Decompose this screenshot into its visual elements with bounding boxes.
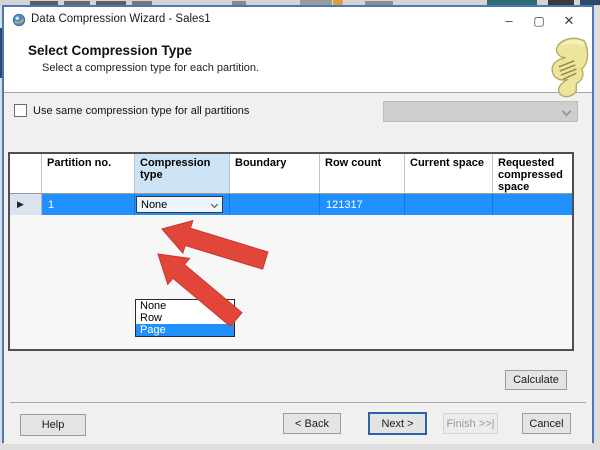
compression-type-dropdown-list: None Row Page [135, 299, 235, 337]
all-partitions-compression-combobox[interactable] [383, 101, 578, 122]
cancel-button[interactable]: Cancel [522, 413, 571, 434]
column-header-compression-type[interactable]: Compression type [135, 154, 230, 193]
use-same-compression-checkbox[interactable] [14, 104, 27, 117]
back-button[interactable]: < Back [283, 413, 341, 434]
cell-current-space[interactable] [405, 194, 493, 215]
cell-partition-no[interactable]: 1 [42, 194, 135, 215]
dropdown-option-row[interactable]: Row [136, 312, 234, 324]
partition-row[interactable]: ▶ 1 None 121317 [10, 194, 572, 215]
combo-chevron-icon [561, 106, 572, 117]
row-selector-icon[interactable]: ▶ [10, 194, 42, 215]
compression-type-combobox[interactable]: None [136, 196, 223, 213]
minimize-icon[interactable]: – [494, 7, 524, 34]
help-button[interactable]: Help [20, 414, 86, 436]
cell-boundary[interactable] [230, 194, 320, 215]
grid-corner-cell[interactable] [10, 154, 42, 193]
cell-compression-type[interactable]: None [135, 194, 230, 215]
data-compression-wizard-window: Data Compression Wizard - Sales1 – ▢ ✕ S… [2, 5, 594, 444]
next-button[interactable]: Next > [368, 412, 427, 435]
partitions-grid: Partition no. Compression type Boundary … [8, 152, 574, 351]
divider [10, 402, 586, 403]
wizard-content: Use same compression type for all partit… [4, 93, 592, 444]
column-header-boundary[interactable]: Boundary [230, 154, 320, 193]
column-header-current-space[interactable]: Current space [405, 154, 493, 193]
column-header-row-count[interactable]: Row count [320, 154, 405, 193]
column-header-partition-no[interactable]: Partition no. [42, 154, 135, 193]
window-title: Data Compression Wizard - Sales1 [31, 13, 211, 25]
column-header-requested-space[interactable]: Requested compressed space [493, 154, 572, 193]
finish-button[interactable]: Finish >>| [443, 413, 498, 434]
scroll-paper-icon [551, 37, 589, 98]
close-icon[interactable]: ✕ [554, 7, 584, 34]
page-subtitle: Select a compression type for each parti… [42, 62, 260, 74]
calculate-button[interactable]: Calculate [505, 370, 567, 390]
wizard-app-icon [12, 13, 26, 27]
titlebar[interactable]: Data Compression Wizard - Sales1 – ▢ ✕ [4, 7, 592, 34]
maximize-icon[interactable]: ▢ [524, 7, 554, 34]
grid-header-row: Partition no. Compression type Boundary … [10, 154, 572, 194]
dropdown-option-page[interactable]: Page [136, 324, 234, 336]
combo-chevron-icon [210, 200, 219, 209]
wizard-page-header: Select Compression Type Select a compres… [4, 34, 592, 93]
use-same-compression-label: Use same compression type for all partit… [33, 104, 250, 117]
cell-row-count[interactable]: 121317 [320, 194, 405, 215]
page-title: Select Compression Type [28, 43, 193, 58]
dropdown-option-none[interactable]: None [136, 300, 234, 312]
compression-type-value: None [141, 198, 168, 211]
cell-requested-space[interactable] [493, 194, 572, 215]
